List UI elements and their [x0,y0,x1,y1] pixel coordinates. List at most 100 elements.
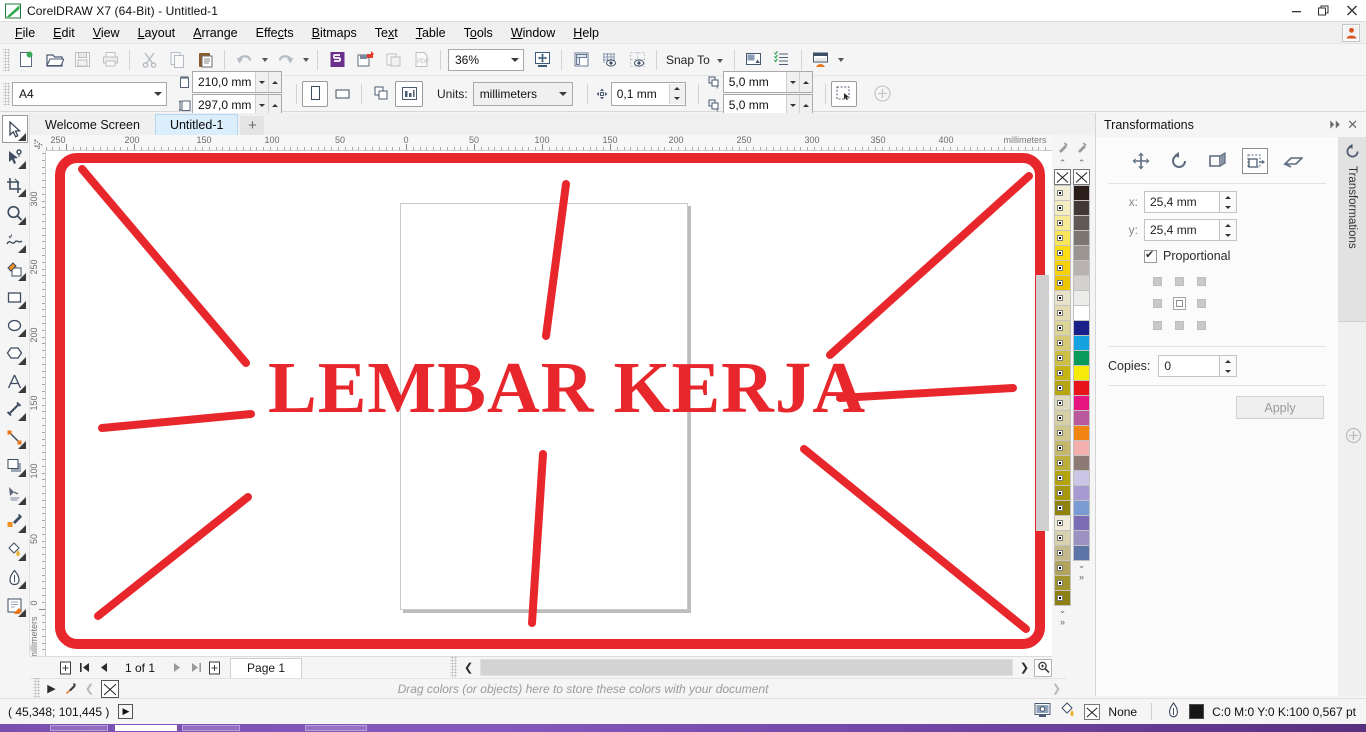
palette-swatch[interactable] [1054,530,1071,546]
palette-swatch[interactable] [1054,335,1071,351]
fill-bucket-icon[interactable] [1059,702,1076,721]
export-icon[interactable] [351,47,379,73]
docker-add-icon[interactable] [1345,427,1362,449]
nudge-down[interactable] [668,93,685,104]
transform-skew-icon[interactable] [1280,148,1306,174]
palette-expand-right[interactable]: » [1072,571,1091,582]
options-plus-icon[interactable] [869,81,897,107]
restore-button[interactable] [1310,0,1338,22]
print-button[interactable] [96,47,124,73]
units-combo[interactable]: millimeters [472,81,573,106]
no-color-swatch-right[interactable] [1073,169,1090,185]
flyout-indicator[interactable] [17,553,26,561]
flyout-indicator[interactable] [17,609,26,617]
straight-line-connector-tool[interactable] [2,423,28,451]
copies-spin-down[interactable] [1220,366,1236,376]
palette-swatch[interactable] [1054,290,1071,306]
current-page-icon[interactable] [395,80,423,107]
palette-swatch[interactable] [1054,245,1071,261]
palette-swatch[interactable] [1073,395,1090,411]
flyout-indicator[interactable] [17,161,26,169]
palette-swatch[interactable] [1073,515,1090,531]
all-pages-icon[interactable] [367,81,395,107]
menu-table[interactable]: Table [407,24,455,42]
copy-button[interactable] [163,47,191,73]
zoom-fit-icon[interactable] [528,47,556,73]
palette-up-arrow-right[interactable]: ⌃ [1072,158,1091,169]
palette-swatch[interactable] [1054,575,1071,591]
new-tab-button[interactable]: + [240,116,265,135]
colorstrip-grip[interactable] [33,677,40,700]
page-height-down[interactable] [255,95,268,115]
palette-down-arrow-right[interactable]: ⌄ [1072,560,1091,571]
palette-swatch[interactable] [1054,545,1071,561]
flyout-indicator[interactable] [17,329,26,337]
apply-button[interactable]: Apply [1236,396,1324,419]
duplicate-x-down[interactable] [785,72,799,92]
flyout-indicator[interactable] [17,497,26,505]
landscape-icon[interactable] [328,81,356,107]
eyedropper-icon[interactable] [61,679,80,698]
palette-swatch[interactable] [1073,470,1090,486]
polygon-tool[interactable] [2,339,28,367]
palette-swatch[interactable] [1054,215,1071,231]
parallel-dimension-tool[interactable] [2,395,28,423]
fill-tool[interactable] [2,591,28,619]
palette-swatch[interactable] [1073,320,1090,336]
menu-text[interactable]: Text [366,24,407,42]
palette-swatch[interactable] [1054,425,1071,441]
anchor-top-center[interactable] [1170,272,1188,290]
menu-view[interactable]: View [84,24,129,42]
palette-swatch[interactable] [1054,560,1071,576]
flyout-indicator[interactable] [17,133,26,141]
user-account-icon[interactable] [1342,23,1360,42]
palette-swatch[interactable] [1073,200,1090,216]
palette-swatch[interactable] [1054,380,1071,396]
duplicate-x-up[interactable] [798,72,812,92]
transform-position-icon[interactable] [1128,148,1154,174]
palette-swatch[interactable] [1054,455,1071,471]
y-spin-up[interactable] [1220,220,1236,230]
portrait-icon[interactable] [302,80,328,107]
taskbar-item-4[interactable] [305,725,367,731]
nudge-up[interactable] [668,83,685,94]
canvas-vertical-scrollbar[interactable] [1036,275,1049,531]
proportional-row[interactable]: Proportional [1096,244,1338,268]
cut-button[interactable] [135,47,163,73]
anchor-bottom-left[interactable] [1148,316,1166,334]
outline-pen-icon[interactable] [1166,702,1181,721]
palette-swatch[interactable] [1054,365,1071,381]
palette-swatch[interactable] [1054,440,1071,456]
transform-scale-mirror-icon[interactable] [1204,148,1230,174]
first-page-icon[interactable] [75,658,94,677]
palette-swatch[interactable] [1054,470,1071,486]
palette-swatch[interactable] [1073,425,1090,441]
palette-swatch[interactable] [1073,440,1090,456]
duplicate-y-down[interactable] [785,95,799,115]
palette-swatch[interactable] [1073,230,1090,246]
new-document-button[interactable] [12,47,40,73]
chevron-down-icon[interactable] [716,58,723,63]
smart-fill-tool[interactable] [2,255,28,283]
menu-layout[interactable]: Layout [129,24,185,42]
right-chevron-icon[interactable]: ▶ [42,679,61,698]
add-page-after-icon[interactable] [205,658,224,677]
add-page-before-icon[interactable] [56,658,75,677]
freehand-tool[interactable] [2,227,28,255]
y-input[interactable]: 25,4 mm [1144,219,1220,241]
fill-none-swatch[interactable] [1084,703,1101,720]
palette-swatch[interactable] [1073,455,1090,471]
interactive-fill-tool[interactable] [2,535,28,563]
scroll-left-icon[interactable]: ❮ [459,658,478,677]
palette-swatch[interactable] [1073,335,1090,351]
palette-down-arrow-left[interactable]: ⌄ [1053,605,1072,616]
palette-swatch[interactable] [1073,305,1090,321]
taskbar-item-2[interactable] [115,725,177,731]
flyout-indicator[interactable] [17,301,26,309]
grid-eye-icon[interactable] [595,47,623,73]
page-width-down[interactable] [255,72,268,92]
palette-swatch[interactable] [1054,515,1071,531]
page-height-up[interactable] [268,95,281,115]
palette-up-arrow-left[interactable]: ⌃ [1053,158,1072,169]
transform-rotate-icon[interactable] [1166,148,1192,174]
